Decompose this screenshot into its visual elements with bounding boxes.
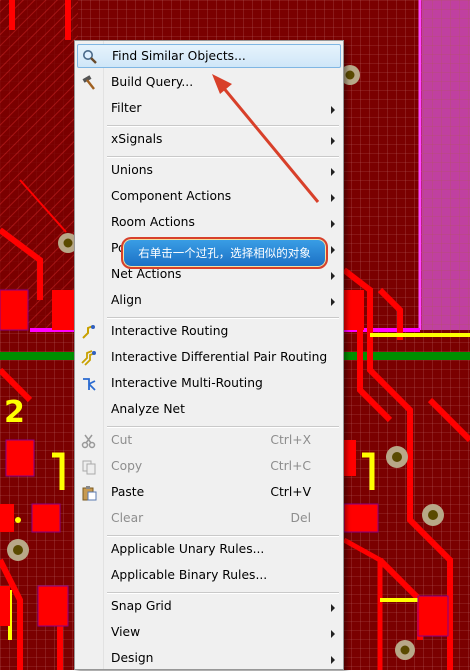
menu-item-label: Copy bbox=[111, 459, 143, 473]
diff-pair-route-icon bbox=[80, 349, 98, 367]
menu-item-label: Interactive Multi-Routing bbox=[111, 376, 263, 390]
menu-separator bbox=[107, 426, 339, 428]
magnifier-icon bbox=[81, 48, 99, 66]
menu-item-label: Analyze Net bbox=[111, 402, 185, 416]
submenu-arrow-icon bbox=[331, 630, 335, 638]
menu-separator bbox=[107, 156, 339, 158]
menu-item-label: Clear bbox=[111, 511, 144, 525]
menu-separator bbox=[107, 317, 339, 319]
menu-item-label: Interactive Routing bbox=[111, 324, 229, 338]
submenu-arrow-icon bbox=[331, 220, 335, 228]
silkscreen-label: 2 bbox=[4, 395, 25, 430]
context-menu: Find Similar Objects... Build Query... F… bbox=[74, 40, 344, 670]
annotation-callout: 右单击一个过孔，选择相似的对象 bbox=[121, 237, 328, 269]
copy-icon bbox=[80, 458, 98, 476]
menu-item-room-actions[interactable]: Room Actions bbox=[77, 211, 341, 235]
menu-item-label: xSignals bbox=[111, 132, 163, 146]
menu-item-applicable-unary-rules[interactable]: Applicable Unary Rules... bbox=[77, 538, 341, 562]
submenu-arrow-icon bbox=[331, 246, 335, 254]
submenu-arrow-icon bbox=[331, 137, 335, 145]
scissors-icon bbox=[80, 432, 98, 450]
submenu-arrow-icon bbox=[331, 106, 335, 114]
menu-item-label: Net Actions bbox=[111, 267, 182, 281]
menu-item-shortcut: Ctrl+C bbox=[270, 459, 311, 473]
menu-item-interactive-multi-routing[interactable]: Interactive Multi-Routing bbox=[77, 372, 341, 396]
menu-item-shortcut: Ctrl+X bbox=[270, 433, 311, 447]
menu-item-analyze-net[interactable]: Analyze Net bbox=[77, 398, 341, 422]
menu-item-paste[interactable]: Paste Ctrl+V bbox=[77, 481, 341, 505]
submenu-arrow-icon bbox=[331, 656, 335, 664]
menu-item-snap-grid[interactable]: Snap Grid bbox=[77, 595, 341, 619]
menu-item-component-actions[interactable]: Component Actions bbox=[77, 185, 341, 209]
menu-separator bbox=[107, 592, 339, 594]
menu-item-xsignals[interactable]: xSignals bbox=[77, 128, 341, 152]
menu-separator bbox=[107, 125, 339, 127]
menu-item-label: Applicable Unary Rules... bbox=[111, 542, 265, 556]
menu-item-label: Interactive Differential Pair Routing bbox=[111, 350, 328, 364]
menu-item-label: Find Similar Objects... bbox=[112, 49, 246, 63]
menu-item-label: Cut bbox=[111, 433, 133, 447]
menu-item-label: Room Actions bbox=[111, 215, 195, 229]
menu-item-interactive-routing[interactable]: Interactive Routing bbox=[77, 320, 341, 344]
menu-item-interactive-differential-pair-routing[interactable]: Interactive Differential Pair Routing bbox=[77, 346, 341, 370]
menu-item-shortcut: Del bbox=[290, 511, 311, 525]
menu-item-unions[interactable]: Unions bbox=[77, 159, 341, 183]
menu-item-label: Snap Grid bbox=[111, 599, 172, 613]
menu-item-label: Align bbox=[111, 293, 142, 307]
submenu-arrow-icon bbox=[331, 298, 335, 306]
submenu-arrow-icon bbox=[331, 194, 335, 202]
menu-item-align[interactable]: Align bbox=[77, 289, 341, 313]
menu-item-filter[interactable]: Filter bbox=[77, 97, 341, 121]
paste-icon bbox=[80, 484, 98, 502]
menu-item-cut[interactable]: Cut Ctrl+X bbox=[77, 429, 341, 453]
menu-item-label: Filter bbox=[111, 101, 142, 115]
multi-route-icon bbox=[80, 375, 98, 393]
menu-item-label: Build Query... bbox=[111, 75, 194, 89]
hammer-icon bbox=[80, 74, 98, 92]
menu-item-find-similar-objects[interactable]: Find Similar Objects... bbox=[77, 44, 341, 68]
menu-item-copy[interactable]: Copy Ctrl+C bbox=[77, 455, 341, 479]
menu-item-build-query[interactable]: Build Query... bbox=[77, 71, 341, 95]
submenu-arrow-icon bbox=[331, 604, 335, 612]
menu-item-label: Unions bbox=[111, 163, 153, 177]
menu-item-label: View bbox=[111, 625, 141, 639]
menu-item-design[interactable]: Design bbox=[77, 647, 341, 671]
submenu-arrow-icon bbox=[331, 168, 335, 176]
menu-separator bbox=[107, 535, 339, 537]
menu-item-label: Design bbox=[111, 651, 154, 665]
menu-item-label: Paste bbox=[111, 485, 145, 499]
menu-item-view[interactable]: View bbox=[77, 621, 341, 645]
submenu-arrow-icon bbox=[331, 272, 335, 280]
route-icon bbox=[80, 323, 98, 341]
menu-item-shortcut: Ctrl+V bbox=[270, 485, 311, 499]
menu-item-label: Applicable Binary Rules... bbox=[111, 568, 268, 582]
menu-item-label: Component Actions bbox=[111, 189, 232, 203]
menu-item-applicable-binary-rules[interactable]: Applicable Binary Rules... bbox=[77, 564, 341, 588]
menu-item-clear[interactable]: Clear Del bbox=[77, 507, 341, 531]
